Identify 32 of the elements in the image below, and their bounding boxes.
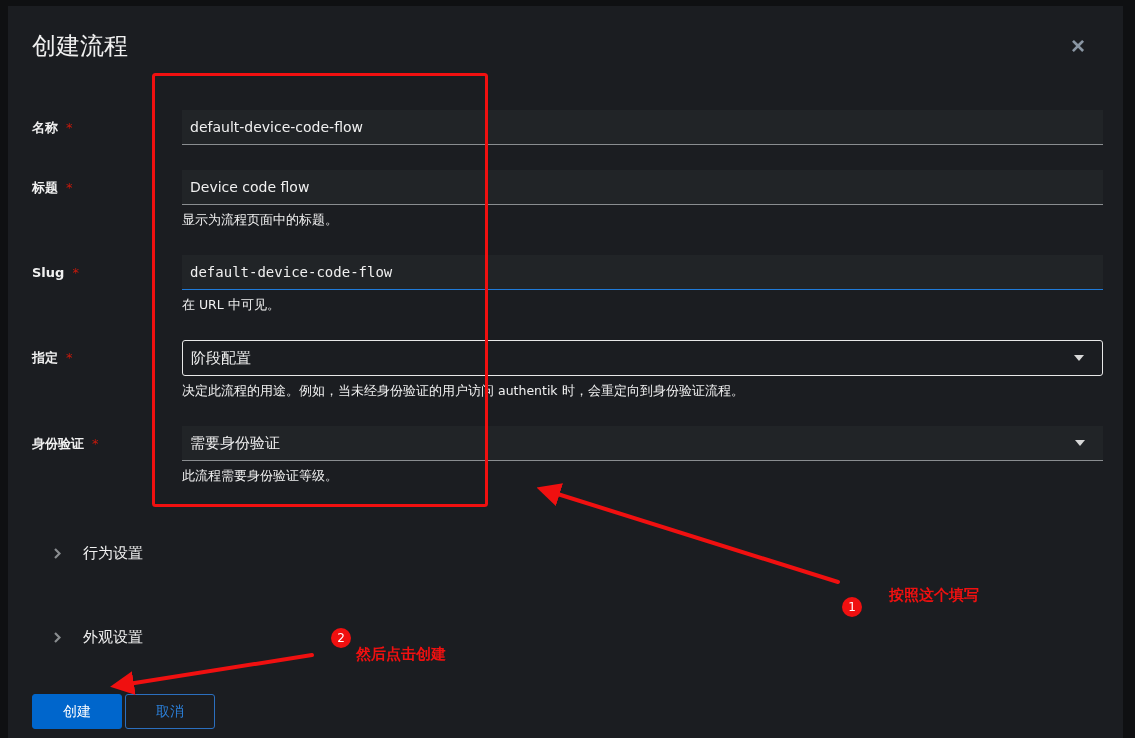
required-mark: * xyxy=(66,180,73,195)
field-label: 名称 xyxy=(32,118,58,137)
field-label: 指定 xyxy=(32,348,58,367)
close-button[interactable]: × xyxy=(1071,34,1085,58)
field-label: 标题 xyxy=(32,178,58,197)
caret-icon xyxy=(1075,440,1085,446)
helper-text: 在 URL 中可见。 xyxy=(182,297,281,313)
select-field[interactable]: 需要身份验证 xyxy=(182,426,1103,461)
annotation-text: 按照这个填写 xyxy=(889,586,979,605)
input-field[interactable]: default-device-code-flow xyxy=(182,255,1103,290)
chevron-icon xyxy=(54,631,61,643)
select-field[interactable]: 阶段配置 xyxy=(182,340,1103,376)
required-mark: * xyxy=(66,350,73,365)
chevron-icon xyxy=(54,547,61,559)
cancel-button[interactable]: 取消 xyxy=(125,694,215,729)
helper-text: 显示为流程页面中的标题。 xyxy=(182,212,339,228)
required-mark: * xyxy=(72,265,79,280)
field-label: Slug xyxy=(32,265,65,280)
input-field[interactable]: Device code flow xyxy=(182,170,1103,205)
dialog-title: 创建流程 xyxy=(32,31,128,62)
helper-text: 此流程需要身份验证等级。 xyxy=(182,468,339,484)
annotation-text: 然后点击创建 xyxy=(356,645,446,664)
select-value: 阶段配置 xyxy=(191,348,251,368)
create-button[interactable]: 创建 xyxy=(32,694,122,729)
select-value: 需要身份验证 xyxy=(190,433,280,453)
required-mark: * xyxy=(66,120,73,135)
input-field[interactable]: default-device-code-flow xyxy=(182,110,1103,145)
expandable-section[interactable]: 行为设置 xyxy=(32,511,143,595)
field-label: 身份验证 xyxy=(32,434,84,453)
expandable-section[interactable]: 外观设置 xyxy=(32,595,143,679)
caret-icon xyxy=(1074,355,1084,361)
required-mark: * xyxy=(92,436,99,451)
